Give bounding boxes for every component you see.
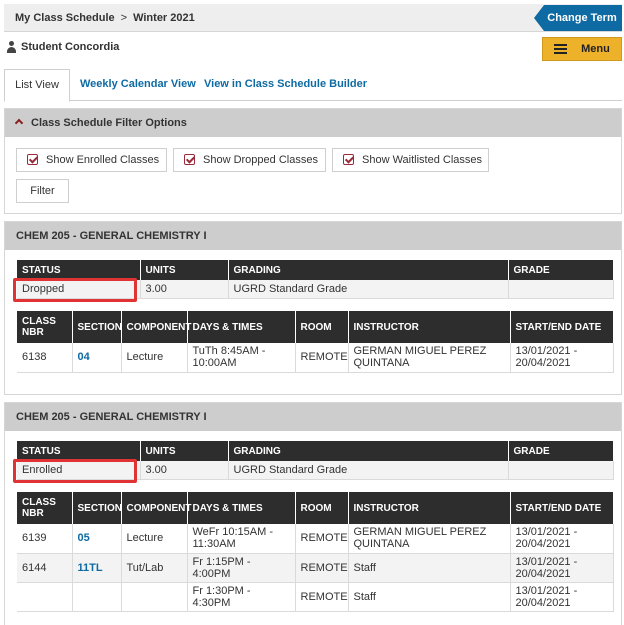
- class-nbr: 6139: [17, 524, 73, 554]
- room: REMOTE: [295, 582, 349, 612]
- col-start-end-date: START/END DATE: [510, 311, 614, 343]
- show-enrolled-toggle[interactable]: Show Enrolled Classes: [16, 148, 167, 172]
- class-nbr: [17, 582, 73, 612]
- change-term-button[interactable]: Change Term: [534, 5, 622, 31]
- show-waitlisted-label: Show Waitlisted Classes: [362, 154, 483, 166]
- grade-value: [508, 461, 614, 480]
- component: Lecture: [121, 524, 188, 554]
- filter-panel: Class Schedule Filter Options Show Enrol…: [4, 108, 622, 214]
- show-dropped-label: Show Dropped Classes: [203, 154, 318, 166]
- col-component: COMPONENT: [121, 492, 192, 524]
- units-value: 3.00: [140, 280, 229, 299]
- days-times: Fr 1:30PM - 4:30PM: [187, 582, 296, 612]
- chevron-up-icon: [14, 118, 24, 128]
- col-room: ROOM: [295, 311, 349, 343]
- tab-weekly-calendar-view[interactable]: Weekly Calendar View: [80, 69, 196, 101]
- class-details-table: CLASS NBR SECTION COMPONENT DAYS & TIMES …: [17, 492, 614, 612]
- tab-class-schedule-builder[interactable]: View in Class Schedule Builder: [204, 69, 367, 101]
- start-end-date: 13/01/2021 -20/04/2021: [510, 553, 614, 583]
- room: REMOTE: [295, 524, 349, 554]
- col-days-times: DAYS & TIMES: [187, 492, 296, 524]
- col-grade: GRADE: [508, 260, 614, 280]
- filter-button[interactable]: Filter: [16, 179, 69, 203]
- grading-value: UGRD Standard Grade: [228, 461, 509, 480]
- col-component: COMPONENT: [121, 311, 192, 343]
- section-link[interactable]: 11TL: [72, 553, 122, 583]
- col-section: SECTION: [72, 492, 122, 524]
- show-dropped-toggle[interactable]: Show Dropped Classes: [173, 148, 326, 172]
- days-times: Fr 1:15PM - 4:00PM: [187, 553, 296, 583]
- instructor: GERMAN MIGUEL PEREZ QUINTANA: [348, 343, 511, 373]
- filter-header[interactable]: Class Schedule Filter Options: [5, 109, 621, 137]
- top-bar: My Class Schedule > Winter 2021 Change Ter…: [4, 4, 622, 32]
- start-end-date: 13/01/2021 -20/04/2021: [510, 343, 614, 373]
- days-times: TuTh 8:45AM -10:00AM: [187, 343, 296, 373]
- col-status: STATUS: [17, 441, 141, 461]
- breadcrumb-home[interactable]: My Class Schedule: [15, 12, 115, 24]
- room: REMOTE: [295, 553, 349, 583]
- component: Tut/Lab: [121, 553, 188, 583]
- days-times: WeFr 10:15AM -11:30AM: [187, 524, 296, 554]
- col-instructor: INSTRUCTOR: [348, 492, 511, 524]
- show-enrolled-label: Show Enrolled Classes: [46, 154, 160, 166]
- table-row: Fr 1:30PM - 4:30PM REMOTE Staff 13/01/20…: [17, 582, 614, 612]
- course-section-1: CHEM 205 - GENERAL CHEMISTRY I STATUS UN…: [4, 221, 622, 395]
- hamburger-icon: [554, 44, 568, 54]
- table-row: 6139 05 Lecture WeFr 10:15AM -11:30AM RE…: [17, 524, 614, 554]
- start-end-date: 13/01/2021 -20/04/2021: [510, 582, 614, 612]
- units-value: 3.00: [140, 461, 229, 480]
- table-row: 6138 04 Lecture TuTh 8:45AM -10:00AM REM…: [17, 343, 614, 373]
- section-link[interactable]: 05: [72, 524, 122, 554]
- col-units: UNITS: [140, 441, 229, 461]
- filter-title: Class Schedule Filter Options: [31, 117, 187, 129]
- section-link[interactable]: 04: [72, 343, 122, 373]
- checkbox-checked-icon: [343, 154, 354, 165]
- col-start-end-date: START/END DATE: [510, 492, 614, 524]
- checkbox-checked-icon: [184, 154, 195, 165]
- col-grading: GRADING: [228, 260, 509, 280]
- section-link: [72, 582, 122, 612]
- checkbox-checked-icon: [27, 154, 38, 165]
- col-units: UNITS: [140, 260, 229, 280]
- user-icon: [6, 41, 17, 53]
- breadcrumb-term: Winter 2021: [133, 12, 195, 24]
- grading-value: UGRD Standard Grade: [228, 280, 509, 299]
- table-row: 6144 11TL Tut/Lab Fr 1:15PM - 4:00PM REM…: [17, 553, 614, 583]
- instructor: GERMAN MIGUEL PEREZ QUINTANA: [348, 524, 511, 554]
- start-end-date: 13/01/2021 -20/04/2021: [510, 524, 614, 554]
- tab-list-view[interactable]: List View: [4, 69, 70, 102]
- show-waitlisted-toggle[interactable]: Show Waitlisted Classes: [332, 148, 489, 172]
- view-tabs: List View Weekly Calendar View View in C…: [4, 69, 622, 102]
- course-section-2: CHEM 205 - GENERAL CHEMISTRY I STATUS UN…: [4, 402, 622, 625]
- class-nbr: 6138: [17, 343, 73, 373]
- col-grading: GRADING: [228, 441, 509, 461]
- user-name: Student Concordia: [21, 41, 120, 53]
- col-days-times: DAYS & TIMES: [187, 311, 296, 343]
- course-title: CHEM 205 - GENERAL CHEMISTRY I: [5, 222, 621, 250]
- col-class-nbr: CLASS NBR: [17, 492, 73, 524]
- breadcrumb-separator: >: [120, 12, 128, 24]
- class-details-table: CLASS NBR SECTION COMPONENT DAYS & TIMES …: [17, 311, 614, 373]
- instructor: Staff: [348, 553, 511, 583]
- course-title: CHEM 205 - GENERAL CHEMISTRY I: [5, 403, 621, 431]
- col-class-nbr: CLASS NBR: [17, 311, 73, 343]
- room: REMOTE: [295, 343, 349, 373]
- menu-button[interactable]: Menu: [542, 37, 622, 61]
- col-instructor: INSTRUCTOR: [348, 311, 511, 343]
- menu-label: Menu: [581, 43, 610, 55]
- component: [121, 582, 188, 612]
- highlight-box-dropped: [13, 278, 137, 302]
- col-status: STATUS: [17, 260, 141, 280]
- instructor: Staff: [348, 582, 511, 612]
- col-grade: GRADE: [508, 441, 614, 461]
- class-nbr: 6144: [17, 553, 73, 583]
- col-room: ROOM: [295, 492, 349, 524]
- grade-value: [508, 280, 614, 299]
- col-section: SECTION: [72, 311, 122, 343]
- user-info: Student Concordia: [6, 41, 119, 53]
- component: Lecture: [121, 343, 188, 373]
- breadcrumb: My Class Schedule > Winter 2021: [15, 12, 195, 24]
- highlight-box-enrolled: [13, 459, 137, 483]
